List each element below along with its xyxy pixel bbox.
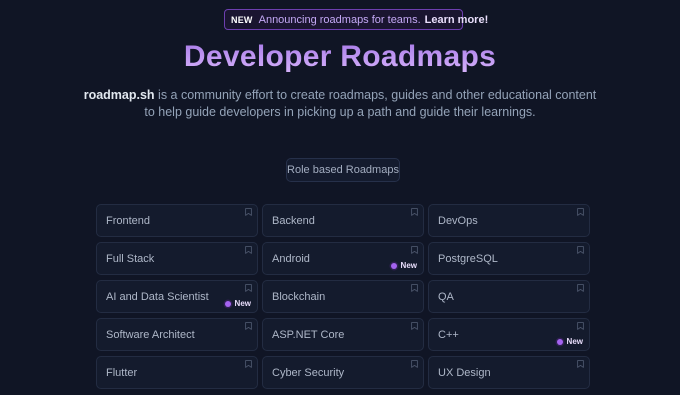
roadmap-card-label: AI and Data Scientist: [106, 291, 209, 303]
roadmap-card-label: Frontend: [106, 215, 151, 227]
roadmap-card-label: Flutter: [106, 367, 138, 379]
roadmap-card-label: Software Architect: [106, 329, 195, 341]
bookmark-icon[interactable]: [577, 322, 584, 330]
bookmark-icon[interactable]: [245, 322, 252, 330]
bookmark-icon[interactable]: [245, 246, 252, 254]
roadmap-card-frontend[interactable]: Frontend: [96, 204, 258, 237]
brand-name: roadmap.sh: [83, 88, 155, 102]
roadmap-card-qa[interactable]: QA: [428, 280, 590, 313]
roadmap-card-label: Android: [272, 253, 310, 265]
bookmark-icon[interactable]: [577, 246, 584, 254]
roadmap-card-android[interactable]: Android New: [262, 242, 424, 275]
hero-description-text: is a community effort to create roadmaps…: [144, 88, 597, 119]
roadmap-card-full-stack[interactable]: Full Stack: [96, 242, 258, 275]
new-indicator-label: New: [566, 337, 583, 346]
roadmap-card-postgresql[interactable]: PostgreSQL: [428, 242, 590, 275]
announcement-text: Announcing roadmaps for teams.: [258, 13, 421, 26]
roadmap-card-ai-and-data-scientist[interactable]: AI and Data Scientist New: [96, 280, 258, 313]
bookmark-icon[interactable]: [411, 284, 418, 292]
page: NEW Announcing roadmaps for teams. Learn…: [0, 0, 680, 395]
new-indicator: New: [556, 337, 583, 346]
roadmap-card-asp-net-core[interactable]: ASP.NET Core: [262, 318, 424, 351]
bookmark-icon[interactable]: [411, 246, 418, 254]
bookmark-icon[interactable]: [245, 284, 252, 292]
bookmark-icon[interactable]: [577, 208, 584, 216]
announcement-banner[interactable]: NEW Announcing roadmaps for teams. Learn…: [224, 9, 488, 30]
purple-dot-icon: [556, 338, 563, 345]
roadmap-card-label: Backend: [272, 215, 315, 227]
purple-dot-icon: [390, 262, 397, 269]
bookmark-icon[interactable]: [245, 360, 252, 368]
new-indicator: New: [390, 261, 417, 270]
roadmap-card-label: PostgreSQL: [438, 253, 498, 265]
roadmap-card-flutter[interactable]: Flutter: [96, 356, 258, 389]
bookmark-icon[interactable]: [577, 284, 584, 292]
new-indicator: New: [224, 299, 251, 308]
roadmap-card-cyber-security[interactable]: Cyber Security: [262, 356, 424, 389]
roadmap-card-software-architect[interactable]: Software Architect: [96, 318, 258, 351]
roadmap-card-label: QA: [438, 291, 454, 303]
roadmap-card-blockchain[interactable]: Blockchain: [262, 280, 424, 313]
bookmark-icon[interactable]: [411, 360, 418, 368]
learn-more-link[interactable]: Learn more!: [425, 14, 489, 26]
bookmark-icon[interactable]: [411, 208, 418, 216]
roadmap-card-label: Full Stack: [106, 253, 155, 265]
roadmap-card-label: UX Design: [438, 367, 491, 379]
roadmap-card-label: Blockchain: [272, 291, 326, 303]
roadmap-card-devops[interactable]: DevOps: [428, 204, 590, 237]
new-indicator-label: New: [400, 261, 417, 270]
bookmark-icon[interactable]: [245, 208, 252, 216]
section-label-role-based: Role based Roadmaps: [286, 158, 400, 182]
new-indicator-label: New: [234, 299, 251, 308]
page-title: Developer Roadmaps: [0, 40, 680, 74]
roadmap-card-label: Cyber Security: [272, 367, 345, 379]
roadmap-grid: Frontend Backend DevOps Full Stack Android Ne…: [96, 204, 591, 389]
roadmap-card-ux-design[interactable]: UX Design: [428, 356, 590, 389]
new-badge: NEW: [231, 14, 253, 25]
roadmap-card-label: ASP.NET Core: [272, 329, 345, 341]
hero-description: roadmap.sh is a community effort to crea…: [80, 87, 600, 121]
roadmap-card-label: C++: [438, 329, 459, 341]
roadmap-card-label: DevOps: [438, 215, 478, 227]
roadmap-card-backend[interactable]: Backend: [262, 204, 424, 237]
purple-dot-icon: [224, 300, 231, 307]
bookmark-icon[interactable]: [411, 322, 418, 330]
roadmap-card-c[interactable]: C++ New: [428, 318, 590, 351]
bookmark-icon[interactable]: [577, 360, 584, 368]
